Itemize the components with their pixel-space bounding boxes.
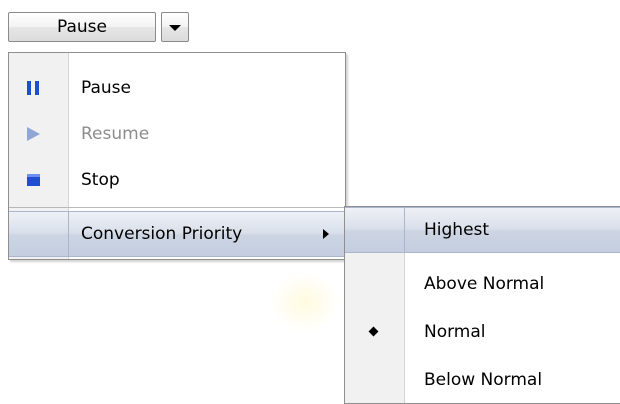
highlight-gutter xyxy=(345,208,405,252)
pause-button[interactable]: Pause xyxy=(8,12,156,42)
submenu-item-normal[interactable]: Normal xyxy=(345,309,620,355)
submenu-item-below-normal[interactable]: Below Normal xyxy=(345,357,620,403)
chevron-down-icon xyxy=(169,25,181,31)
menu-item-label: Conversion Priority xyxy=(81,224,243,244)
chevron-right-icon xyxy=(323,229,329,239)
submenu-item-label: Above Normal xyxy=(424,274,545,294)
menu-item-conversion-priority[interactable]: Conversion Priority xyxy=(9,211,345,257)
menu-item-stop[interactable]: Stop xyxy=(9,157,345,203)
submenu-item-above-normal[interactable]: Above Normal xyxy=(345,261,620,307)
submenu-item-label: Below Normal xyxy=(424,370,543,390)
bullet-icon xyxy=(368,326,379,337)
menu-item-pause[interactable]: Pause xyxy=(9,65,345,111)
priority-submenu: Highest Above Normal Normal Below Normal xyxy=(344,206,620,404)
menu-item-label: Stop xyxy=(81,170,120,190)
submenu-item-label: Normal xyxy=(424,322,486,342)
play-icon xyxy=(27,127,40,141)
menu-item-resume[interactable]: Resume xyxy=(9,111,345,157)
menu-item-label: Pause xyxy=(81,78,131,98)
dropdown-toggle-button[interactable] xyxy=(161,12,189,42)
context-menu: Pause Resume Stop Conversion Priority xyxy=(8,52,346,260)
pause-icon xyxy=(27,81,39,95)
background-glow xyxy=(270,272,340,332)
highlight-gutter xyxy=(9,212,69,256)
menu-separator xyxy=(9,207,345,208)
stop-icon xyxy=(27,174,40,186)
submenu-item-label: Highest xyxy=(424,220,490,240)
submenu-item-highest[interactable]: Highest xyxy=(345,207,620,253)
menu-item-label: Resume xyxy=(81,124,150,144)
